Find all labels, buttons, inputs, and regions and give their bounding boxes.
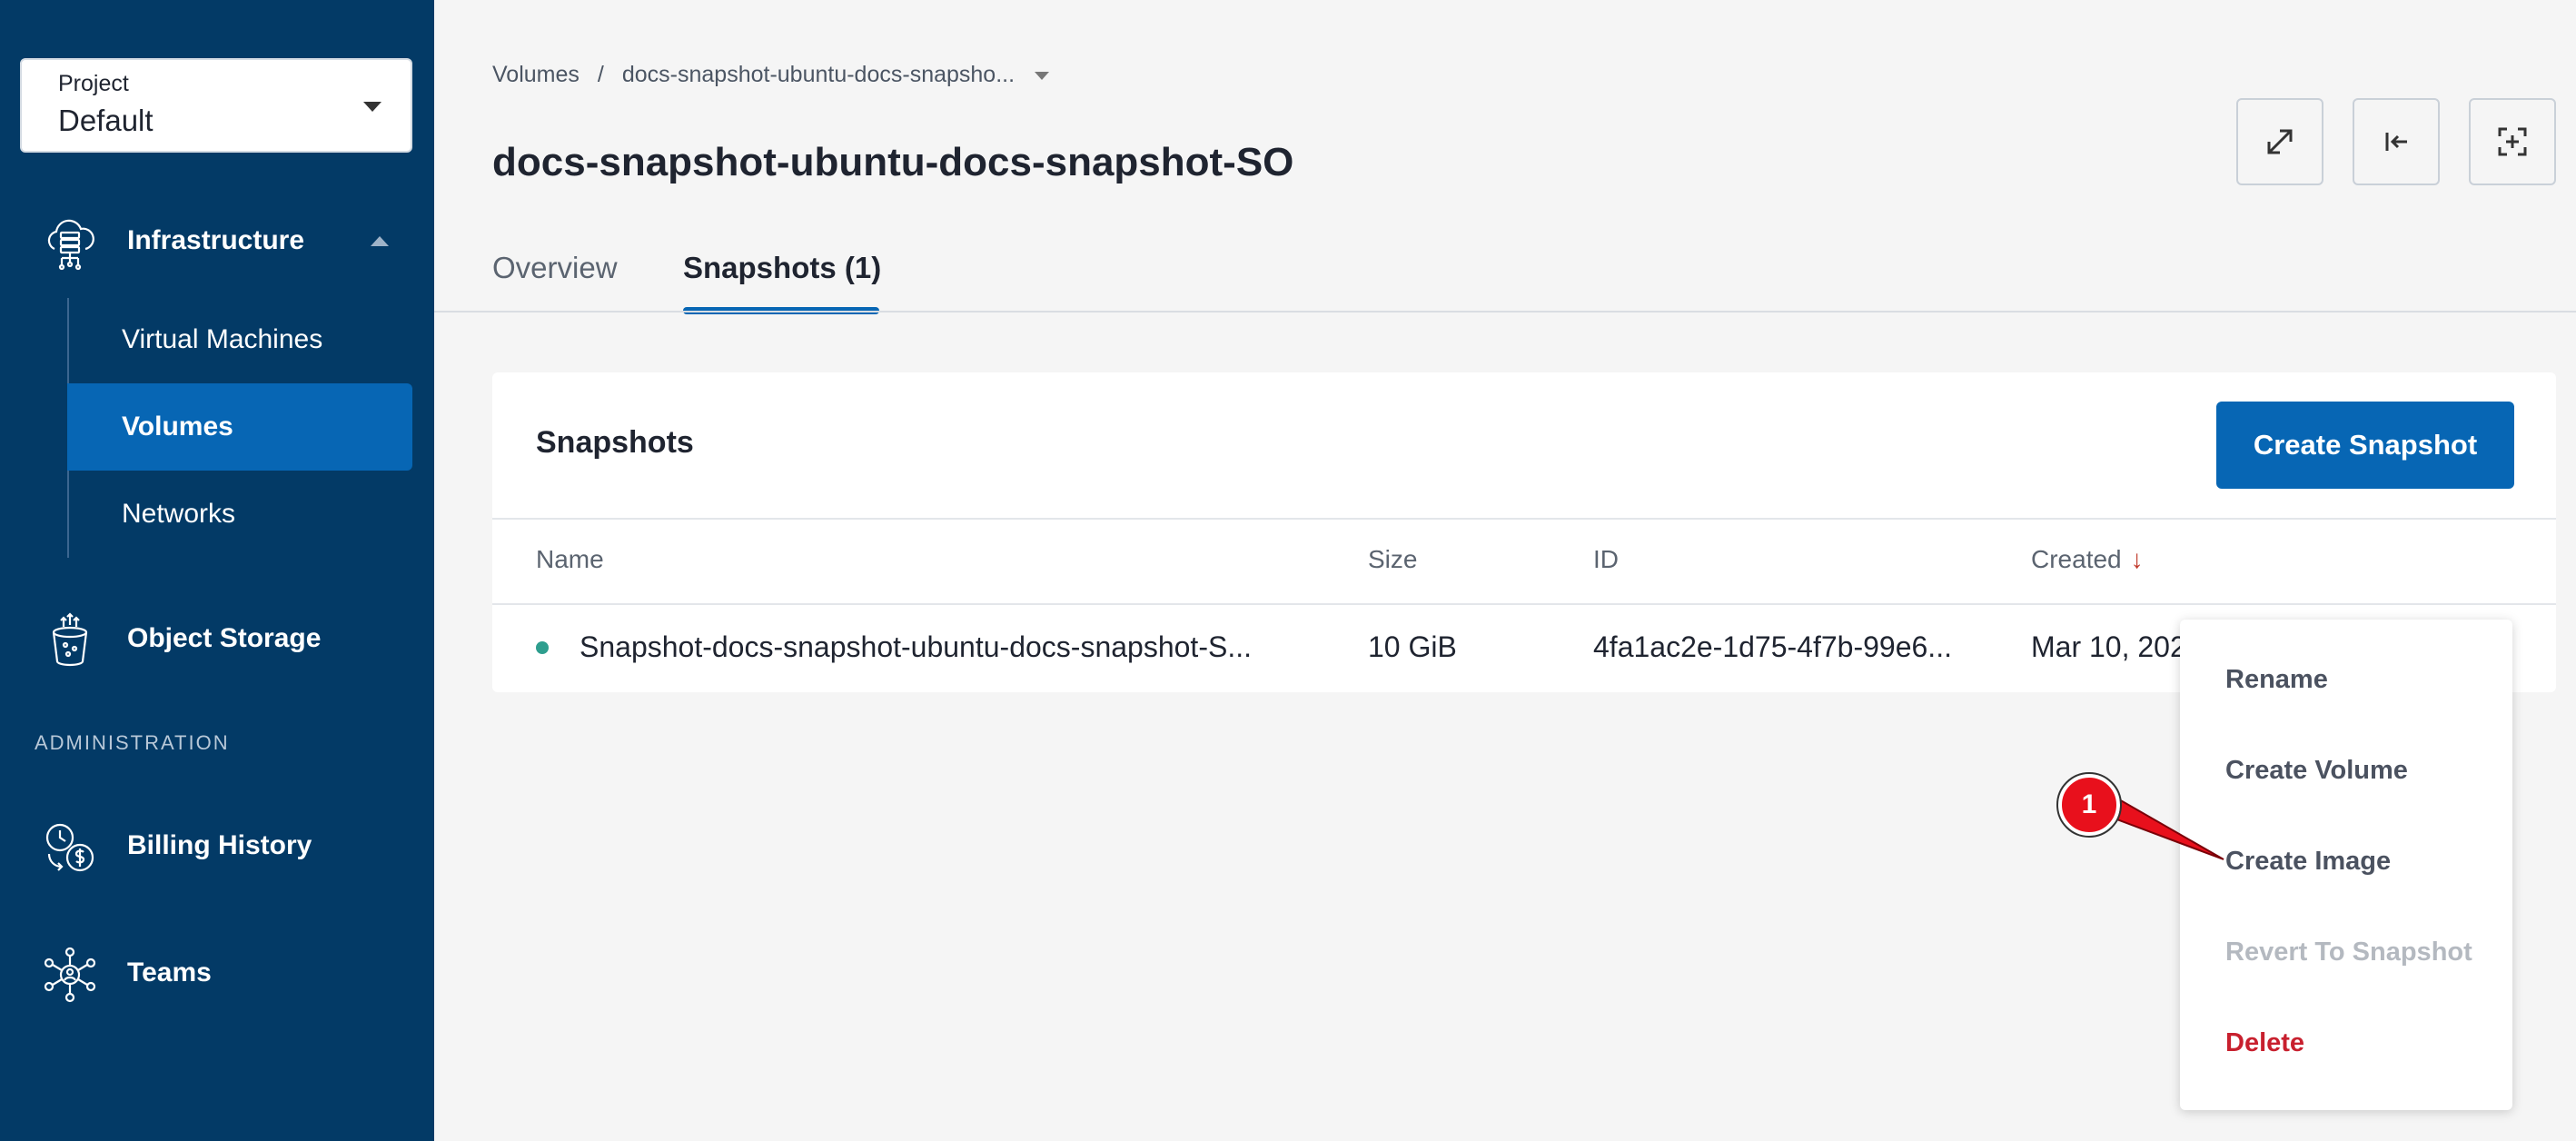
storage-bucket-icon — [52, 612, 88, 667]
project-select[interactable]: Project Default — [20, 58, 412, 153]
cloud-server-icon — [47, 219, 94, 271]
sidebar-item-virtual-machines[interactable]: Virtual Machines — [67, 296, 412, 383]
project-value: Default — [58, 104, 154, 137]
menu-item-create-volume[interactable]: Create Volume — [2225, 756, 2408, 786]
table-divider — [492, 603, 2556, 605]
caret-up-icon[interactable] — [371, 236, 389, 246]
focus-frame-icon — [2498, 127, 2527, 156]
column-header-name[interactable]: Name — [536, 545, 604, 574]
column-header-id[interactable]: ID — [1593, 545, 1619, 574]
tab-overview[interactable]: Overview — [492, 251, 618, 285]
column-header-created[interactable]: Created ↓ — [2031, 545, 2144, 574]
project-label: Project — [58, 71, 129, 96]
nav-infrastructure-label: Infrastructure — [127, 225, 305, 255]
card-title: Snapshots — [536, 425, 694, 460]
breadcrumb-dropdown-icon[interactable] — [1035, 72, 1050, 80]
menu-item-create-image[interactable]: Create Image — [2225, 847, 2391, 877]
column-header-created-label: Created — [2031, 545, 2122, 573]
tab-snapshots[interactable]: Snapshots (1) — [683, 251, 881, 285]
nav-billing-label: Billing History — [127, 830, 312, 860]
callout-number: 1 — [2081, 789, 2097, 819]
sidebar-item-networks[interactable]: Networks — [67, 471, 412, 558]
breadcrumb-separator: / — [597, 62, 604, 87]
nav-teams[interactable]: Teams — [0, 930, 434, 1017]
cell-created: Mar 10, 202 — [2031, 630, 2186, 663]
menu-item-revert-to-snapshot: Revert To Snapshot — [2225, 938, 2472, 967]
team-network-icon — [44, 947, 96, 1003]
breadcrumb-root[interactable]: Volumes — [492, 62, 580, 88]
nav-billing-history[interactable]: Billing History — [0, 803, 434, 890]
collapse-left-icon — [2385, 133, 2407, 151]
sidebar: Project Default Infrastructure Virtual M… — [0, 0, 434, 1141]
sort-desc-icon: ↓ — [2130, 545, 2144, 573]
admin-section-label: ADMINISTRATION — [35, 731, 230, 754]
column-header-size[interactable]: Size — [1368, 545, 1417, 574]
tabs-divider — [434, 311, 2576, 313]
nav-object-storage-label: Object Storage — [127, 623, 322, 653]
create-snapshot-button[interactable]: Create Snapshot — [2216, 402, 2514, 489]
nav-object-storage[interactable]: Object Storage — [0, 596, 434, 683]
cell-id: 4fa1ac2e-1d75-4f7b-99e6... — [1593, 630, 1952, 663]
table-divider — [492, 518, 2556, 520]
sidebar-item-volumes[interactable]: Volumes — [67, 383, 412, 471]
nav-infrastructure[interactable]: Infrastructure — [0, 198, 434, 285]
cell-size: 10 GiB — [1368, 630, 1457, 663]
status-available-icon — [536, 641, 549, 654]
breadcrumb: Volumes / docs-snapshot-ubuntu-docs-snap… — [492, 62, 1050, 88]
caret-down-icon — [363, 102, 381, 112]
breadcrumb-current: docs-snapshot-ubuntu-docs-snapsho... — [621, 62, 1016, 87]
menu-item-rename[interactable]: Rename — [2225, 665, 2328, 695]
focus-button[interactable] — [2469, 98, 2556, 185]
collapse-panel-button[interactable] — [2353, 98, 2440, 185]
page-title: docs-snapshot-ubuntu-docs-snapshot-SO — [492, 140, 1294, 184]
nav-teams-label: Teams — [127, 957, 212, 987]
billing-clock-icon — [45, 823, 94, 872]
menu-item-delete[interactable]: Delete — [2225, 1028, 2304, 1058]
cell-name[interactable]: Snapshot-docs-snapshot-ubuntu-docs-snaps… — [580, 630, 1252, 664]
expand-button[interactable] — [2236, 98, 2323, 185]
expand-icon — [2267, 129, 2293, 154]
